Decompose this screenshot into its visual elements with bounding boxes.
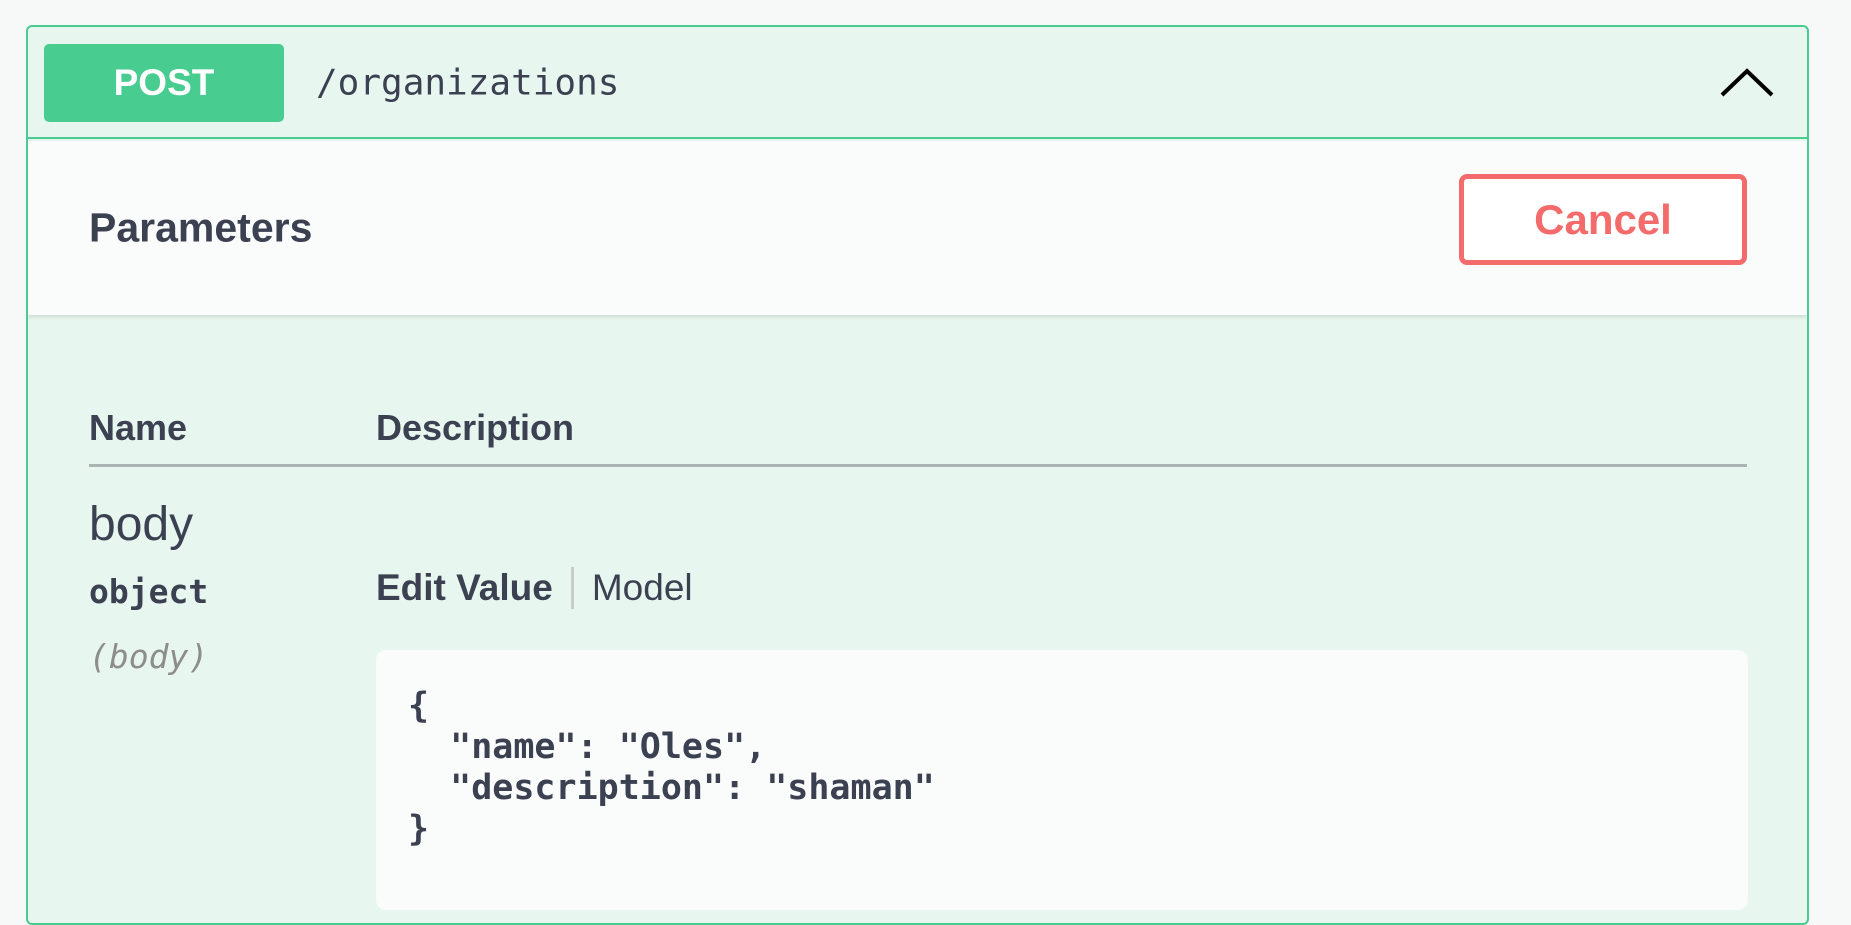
- value-tabs: Edit Value Model: [376, 567, 693, 609]
- column-header-description: Description: [376, 407, 575, 448]
- parameter-type: object: [89, 572, 209, 611]
- column-header-name: Name: [89, 407, 188, 448]
- tab-edit-value[interactable]: Edit Value: [376, 567, 553, 609]
- operation-block: POST /organizations Parameters Cancel Na…: [26, 25, 1809, 925]
- body-value-editor[interactable]: { "name": "Oles", "description": "shaman…: [376, 650, 1748, 910]
- method-badge[interactable]: POST: [44, 44, 284, 122]
- tab-model[interactable]: Model: [592, 567, 693, 609]
- header-divider: [89, 464, 1747, 467]
- tab-divider: [570, 567, 574, 609]
- parameters-title: Parameters: [89, 204, 313, 251]
- operation-summary[interactable]: POST /organizations: [28, 27, 1807, 139]
- chevron-up-icon[interactable]: [1717, 63, 1777, 103]
- parameters-header: Parameters Cancel: [28, 141, 1807, 315]
- parameter-location: (body): [89, 637, 209, 676]
- operation-path[interactable]: /organizations: [316, 63, 619, 104]
- parameter-name: body: [89, 498, 194, 551]
- cancel-button[interactable]: Cancel: [1459, 174, 1747, 265]
